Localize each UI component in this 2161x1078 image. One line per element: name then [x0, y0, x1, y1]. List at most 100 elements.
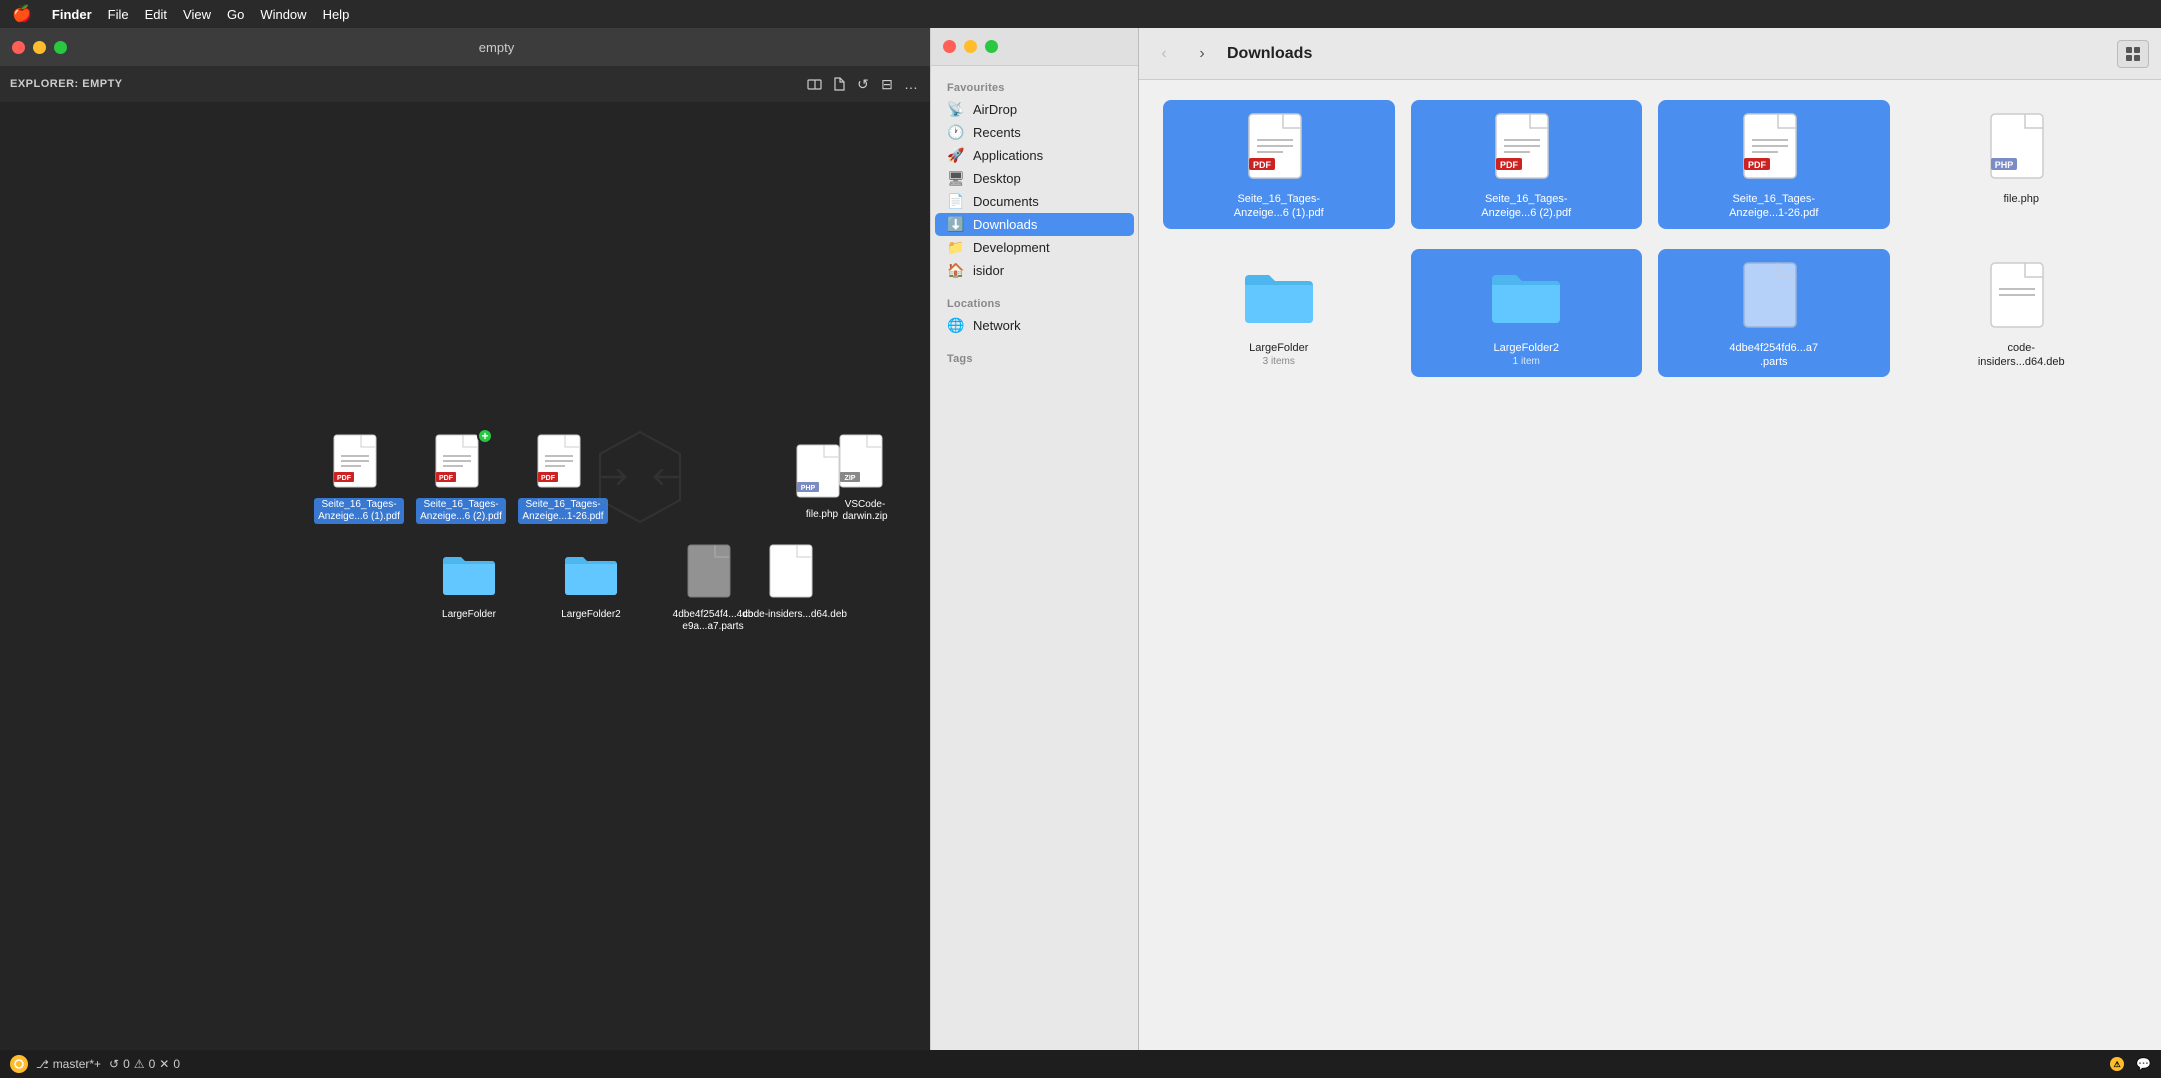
php-file-item[interactable]: PHP file.php: [794, 442, 850, 522]
git-icon: [10, 1055, 28, 1073]
deb-label: code-insiders...d64.deb: [740, 608, 850, 622]
chat-icon: 💬: [2136, 1057, 2151, 1071]
main-area: empty EXPLORER: EMPTY ↺: [0, 28, 2161, 1050]
sidebar-item-network[interactable]: 🌐 Network: [935, 314, 1134, 337]
development-icon: 📁: [947, 239, 965, 256]
dl-largefolder2[interactable]: LargeFolder2 1 item: [1411, 249, 1643, 378]
folder-group: LargeFolder LargeFolder2: [420, 542, 762, 634]
sidebar-item-desktop[interactable]: 🖥 Desktop: [935, 167, 1134, 190]
sidebar-item-applications[interactable]: 🚀 Applications: [935, 144, 1134, 167]
finder-minimize-btn[interactable]: [964, 40, 977, 53]
dl-largefolder-label: LargeFolder: [1249, 341, 1308, 355]
drag-pdf2[interactable]: PDF + Seite_16_Tages-Anzeige...6 (2).pdf: [416, 432, 506, 524]
sidebar-item-development[interactable]: 📁 Development: [935, 236, 1134, 259]
deb-icon: [767, 542, 823, 606]
drag-folder2[interactable]: LargeFolder2: [546, 542, 636, 634]
error-icon: ✕: [159, 1057, 169, 1071]
dl-largefolder-icon: [1243, 257, 1315, 337]
finder-panel: Favourites 📡 AirDrop 🕐 Recents 🚀 Applica…: [930, 28, 1138, 1050]
dl-deb-label: code-insiders...d64.deb: [1976, 341, 2066, 370]
apple-menu-icon[interactable]: 🍎: [12, 4, 32, 24]
menu-help[interactable]: Help: [323, 7, 350, 22]
dl-deb-icon: [1985, 257, 2057, 337]
statusbar-right: ⚠ 💬: [2110, 1057, 2151, 1071]
dl-pdf2-icon: PDF: [1490, 108, 1562, 188]
view-toggle-button[interactable]: [2117, 40, 2149, 68]
php-icon: PHP: [794, 442, 850, 506]
deb-file-item[interactable]: code-insiders...d64.deb: [740, 542, 850, 622]
dl-deb[interactable]: code-insiders...d64.deb: [1906, 249, 2138, 378]
vscode-toolbar: EXPLORER: EMPTY ↺ ⊟ …: [0, 66, 930, 102]
dl-pdf3[interactable]: PDF Seite_16_Tages-Anzeige...1-26.pdf: [1658, 100, 1890, 229]
sidebar-item-downloads[interactable]: ⬇️ Downloads: [935, 213, 1134, 236]
downloads-icon: ⬇️: [947, 216, 965, 233]
menu-file[interactable]: File: [108, 7, 129, 22]
downloads-label: Downloads: [973, 217, 1037, 232]
sidebar-item-isidor[interactable]: 🏠 isidor: [935, 259, 1134, 282]
sync-count: 0: [123, 1057, 130, 1071]
php-label: file.php: [803, 508, 841, 522]
svg-text:PDF: PDF: [1253, 160, 1272, 170]
drag-folder1[interactable]: LargeFolder: [424, 542, 514, 634]
forward-button[interactable]: ›: [1189, 41, 1215, 67]
menu-view[interactable]: View: [183, 7, 211, 22]
sidebar-item-documents[interactable]: 📄 Documents: [935, 190, 1134, 213]
dl-pdf1-label: Seite_16_Tages-Anzeige...6 (1).pdf: [1234, 192, 1324, 221]
new-folder-icon[interactable]: [806, 75, 824, 93]
dl-largefolder[interactable]: LargeFolder 3 items: [1163, 249, 1395, 378]
vscode-panel: empty EXPLORER: EMPTY ↺: [0, 28, 930, 1050]
error-count: 0: [173, 1057, 180, 1071]
finder-close-btn[interactable]: [943, 40, 956, 53]
git-sync: ↺ 0 ⚠ 0 ✕ 0: [109, 1057, 180, 1071]
vscode-titlebar: empty: [0, 28, 930, 66]
more-icon[interactable]: …: [902, 75, 920, 93]
network-icon: 🌐: [947, 317, 965, 334]
dl-largefolder2-sublabel: 1 item: [1513, 356, 1540, 367]
desktop-icon: 🖥: [947, 170, 965, 187]
maximize-button[interactable]: [54, 41, 67, 54]
back-button[interactable]: ‹: [1151, 41, 1177, 67]
dl-pdf1[interactable]: PDF Seite_16_Tages-Anzeige...6 (1).pdf: [1163, 100, 1395, 229]
dl-partial[interactable]: 4dbe4f254fd6...a7.parts: [1658, 249, 1890, 378]
menu-go[interactable]: Go: [227, 7, 244, 22]
folder2-label: LargeFolder2: [558, 608, 623, 622]
notification-icon: ⚠: [2110, 1057, 2124, 1071]
close-button[interactable]: [12, 41, 25, 54]
dl-php[interactable]: PHP file.php: [1906, 100, 2138, 229]
svg-text:PDF: PDF: [439, 475, 454, 482]
menu-window[interactable]: Window: [260, 7, 306, 22]
statusbar: ⎇ master*+ ↺ 0 ⚠ 0 ✕ 0 ⚠ 💬: [0, 1050, 2161, 1078]
new-file-icon[interactable]: [830, 75, 848, 93]
git-branch-icon: ⎇: [36, 1058, 49, 1071]
sidebar-item-recents[interactable]: 🕐 Recents: [935, 121, 1134, 144]
dl-pdf2[interactable]: PDF Seite_16_Tages-Anzeige...6 (2).pdf: [1411, 100, 1643, 229]
folder1-label: LargeFolder: [439, 608, 499, 622]
svg-text:PHP: PHP: [1995, 160, 2014, 170]
airdrop-icon: 📡: [947, 101, 965, 118]
git-branch-name: master*+: [53, 1057, 101, 1071]
drag-pdf1[interactable]: PDF Seite_16_Tages-Anzeige...6 (1).pdf: [314, 432, 404, 524]
downloads-window-title: Downloads: [1227, 45, 2105, 63]
sidebar-item-airdrop[interactable]: 📡 AirDrop: [935, 98, 1134, 121]
explorer-label: EXPLORER: EMPTY: [10, 78, 123, 90]
dl-largefolder-sublabel: 3 items: [1263, 356, 1295, 367]
pdf1-label: Seite_16_Tages-Anzeige...6 (1).pdf: [314, 498, 404, 524]
network-label: Network: [973, 318, 1021, 333]
minimize-button[interactable]: [33, 41, 46, 54]
finder-maximize-btn[interactable]: [985, 40, 998, 53]
recents-label: Recents: [973, 125, 1021, 140]
dl-php-icon: PHP: [1985, 108, 2057, 188]
folder2-icon: [563, 542, 619, 606]
dl-partial-icon: [1738, 257, 1810, 337]
vscode-content: PDF Seite_16_Tages-Anzeige...6 (1).pdf: [0, 102, 930, 1050]
isidor-icon: 🏠: [947, 262, 965, 279]
development-label: Development: [973, 240, 1050, 255]
statusbar-git-info: ⎇ master*+: [36, 1057, 101, 1071]
refresh-icon[interactable]: ↺: [854, 75, 872, 93]
collapse-icon[interactable]: ⊟: [878, 75, 896, 93]
applications-icon: 🚀: [947, 147, 965, 164]
pdf2-label: Seite_16_Tages-Anzeige...6 (2).pdf: [416, 498, 506, 524]
menu-edit[interactable]: Edit: [145, 7, 167, 22]
dl-pdf1-icon: PDF: [1243, 108, 1315, 188]
menu-finder[interactable]: Finder: [52, 7, 92, 22]
